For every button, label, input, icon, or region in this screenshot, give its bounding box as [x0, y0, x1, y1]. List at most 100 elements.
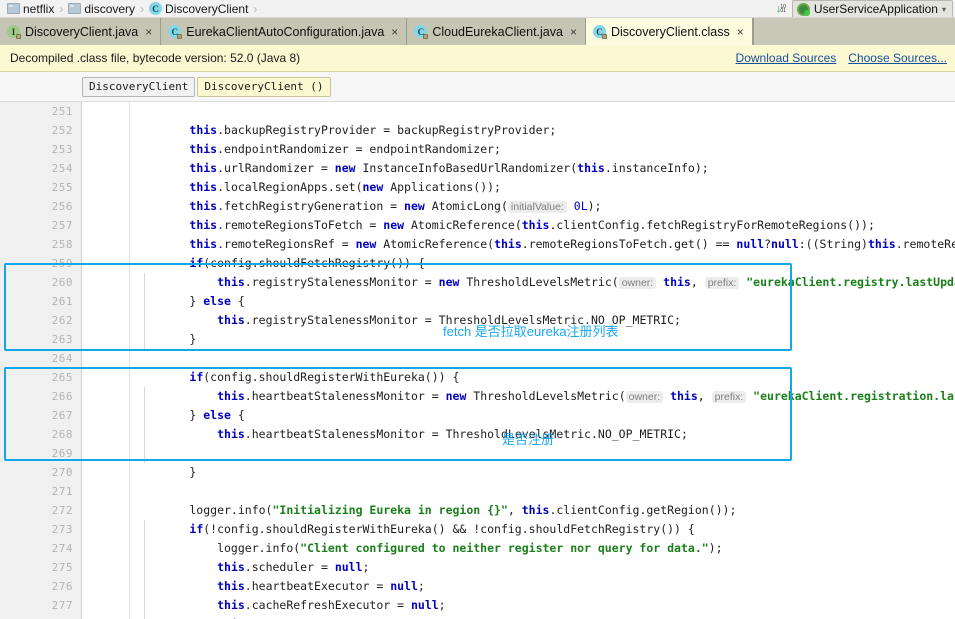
folder-icon [7, 3, 20, 14]
toolbar-right: ↓ 10 01 UserServiceApplication ▾ [776, 0, 955, 18]
line-number: 256 [51, 200, 73, 213]
code-line: if(config.shouldRegisterWithEureka()) { [189, 370, 460, 384]
banner-message: Decompiled .class file, bytecode version… [10, 51, 301, 65]
line-number: 259 [51, 257, 73, 270]
line-number-list: 251 252 253 254 255 256 257 258 259 260 261 262 263 2… [52, 102, 73, 615]
line-number-gutter[interactable]: 251 252 253 254 255 256 257 258 259 260 261 262 263 2… [0, 102, 82, 619]
breadcrumb-separator-icon: › [140, 1, 145, 16]
code-line: } else { [134, 408, 245, 422]
code-line: if(config.shouldFetchRegistry()) { [189, 256, 425, 270]
close-icon[interactable]: × [737, 25, 744, 39]
breadcrumb-label: discovery [84, 1, 136, 16]
line-number: 266 [51, 390, 73, 403]
line-number: 275 [51, 561, 73, 574]
spring-boot-run-icon [796, 2, 810, 16]
code-folding-column[interactable] [82, 102, 130, 619]
line-number: 270 [51, 466, 73, 479]
line-number: 264 [51, 352, 73, 365]
code-line: this.heartbeatStalenessMonitor = new Thr… [217, 389, 955, 403]
line-number: 277 [51, 599, 73, 612]
banner-actions: Download Sources Choose Sources... [736, 51, 947, 65]
chevron-down-icon: ▾ [941, 4, 946, 14]
line-number: 262 [51, 314, 73, 327]
line-number: 269 [51, 447, 73, 460]
idea-editor-window: netflix › discovery › C DiscoveryClient … [0, 0, 955, 619]
tab-discoveryclient-java[interactable]: I DiscoveryClient.java × [0, 18, 162, 45]
class-icon: C [168, 25, 183, 39]
close-icon[interactable]: × [391, 25, 398, 39]
code-line: this.remoteRegionsToFetch = new AtomicRe… [189, 218, 875, 232]
download-icon[interactable]: ↓ 10 01 [776, 3, 786, 15]
breadcrumb-bar: netflix › discovery › C DiscoveryClient … [0, 0, 955, 18]
indent-guide [144, 387, 145, 463]
line-number: 253 [51, 143, 73, 156]
code-line: this.scheduler = null; [217, 560, 370, 574]
decompiled-notification-banner: Decompiled .class file, bytecode version… [0, 45, 955, 72]
breadcrumb: netflix › discovery › C DiscoveryClient … [0, 2, 259, 16]
line-number: 271 [51, 485, 73, 498]
tab-eurekaclientautoconfiguration-java[interactable]: C EurekaClientAutoConfiguration.java × [161, 18, 408, 45]
editor-tab-bar: I DiscoveryClient.java × C EurekaClientA… [0, 18, 955, 45]
code-line: logger.info("Initializing Eureka in regi… [134, 503, 737, 517]
class-icon: C [414, 25, 429, 39]
tab-label: EurekaClientAutoConfiguration.java [186, 24, 385, 39]
tab-label: DiscoveryClient.java [25, 24, 139, 39]
breadcrumb-item-discovery[interactable]: discovery [65, 3, 138, 15]
folder-icon [68, 3, 82, 14]
code-line: } else { [134, 294, 245, 308]
run-configuration-label: UserServiceApplication [813, 2, 938, 16]
line-number: 258 [51, 238, 73, 251]
tab-bar-filler [752, 18, 955, 45]
code-line: this.registryStalenessMonitor = new Thre… [217, 275, 955, 289]
choose-sources-link[interactable]: Choose Sources... [848, 51, 947, 65]
class-icon: C [149, 2, 163, 15]
download-sources-link[interactable]: Download Sources [736, 51, 837, 65]
structure-crumb-constructor[interactable]: DiscoveryClient () [197, 76, 331, 97]
line-number: 272 [51, 504, 73, 517]
line-number: 254 [51, 162, 73, 175]
structure-crumb-class[interactable]: DiscoveryClient [82, 76, 196, 97]
code-line: this.backupRegistryProvider = backupRegi… [189, 123, 557, 137]
annotation-fetch-label: fetch 是否拉取eureka注册列表 [443, 324, 619, 339]
line-number: 257 [51, 219, 73, 232]
code-text-area[interactable]: this.backupRegistryProvider = backupRegi… [130, 102, 955, 619]
tab-discoveryclient-class[interactable]: C DiscoveryClient.class × [585, 18, 753, 45]
breadcrumb-separator-icon: › [253, 1, 258, 16]
breadcrumb-item-netflix[interactable]: netflix [4, 3, 57, 15]
class-icon: C [592, 25, 607, 39]
code-line: logger.info("Client configured to neithe… [134, 541, 723, 555]
tab-label: DiscoveryClient.class [610, 24, 730, 39]
code-line: this.remoteRegionsRef = new AtomicRefere… [189, 237, 955, 251]
line-number: 274 [51, 542, 73, 555]
line-number: 268 [51, 428, 73, 441]
run-configuration-selector[interactable]: UserServiceApplication ▾ [791, 0, 953, 17]
breadcrumb-item-discoveryclient[interactable]: C DiscoveryClient [146, 2, 251, 15]
line-number: 267 [51, 409, 73, 422]
line-number: 261 [51, 295, 73, 308]
line-number: 252 [51, 124, 73, 137]
line-number: 263 [51, 333, 73, 346]
tab-cloudeurekaclient-java[interactable]: C CloudEurekaClient.java × [407, 18, 586, 45]
code-line: if(!config.shouldRegisterWithEureka() &&… [189, 522, 695, 536]
close-icon[interactable]: × [570, 25, 577, 39]
breadcrumb-separator-icon: › [59, 1, 64, 16]
code-line: this.heartbeatExecutor = null; [217, 579, 425, 593]
code-line: this.cacheRefreshExecutor = null; [217, 598, 446, 612]
annotation-register-label: 是否注册 [502, 432, 555, 447]
tab-label: CloudEurekaClient.java [432, 24, 563, 39]
code-line: this.endpointRandomizer = endpointRandom… [189, 142, 501, 156]
code-line: this.localRegionApps.set(new Application… [189, 180, 501, 194]
structure-breadcrumb-bar: DiscoveryClient DiscoveryClient () [0, 72, 955, 102]
line-number: 255 [51, 181, 73, 194]
code-line: this.eurekaTransport = null; [130, 615, 955, 619]
code-line: this.fetchRegistryGeneration = new Atomi… [189, 199, 602, 213]
close-icon[interactable]: × [145, 25, 152, 39]
code-editor[interactable]: 251 252 253 254 255 256 257 258 259 260 261 262 263 2… [0, 102, 955, 619]
code-line: this.urlRandomizer = new InstanceInfoBas… [189, 161, 709, 175]
line-number: 273 [51, 523, 73, 536]
indent-guide [144, 273, 145, 349]
breadcrumb-label: DiscoveryClient [165, 1, 249, 16]
